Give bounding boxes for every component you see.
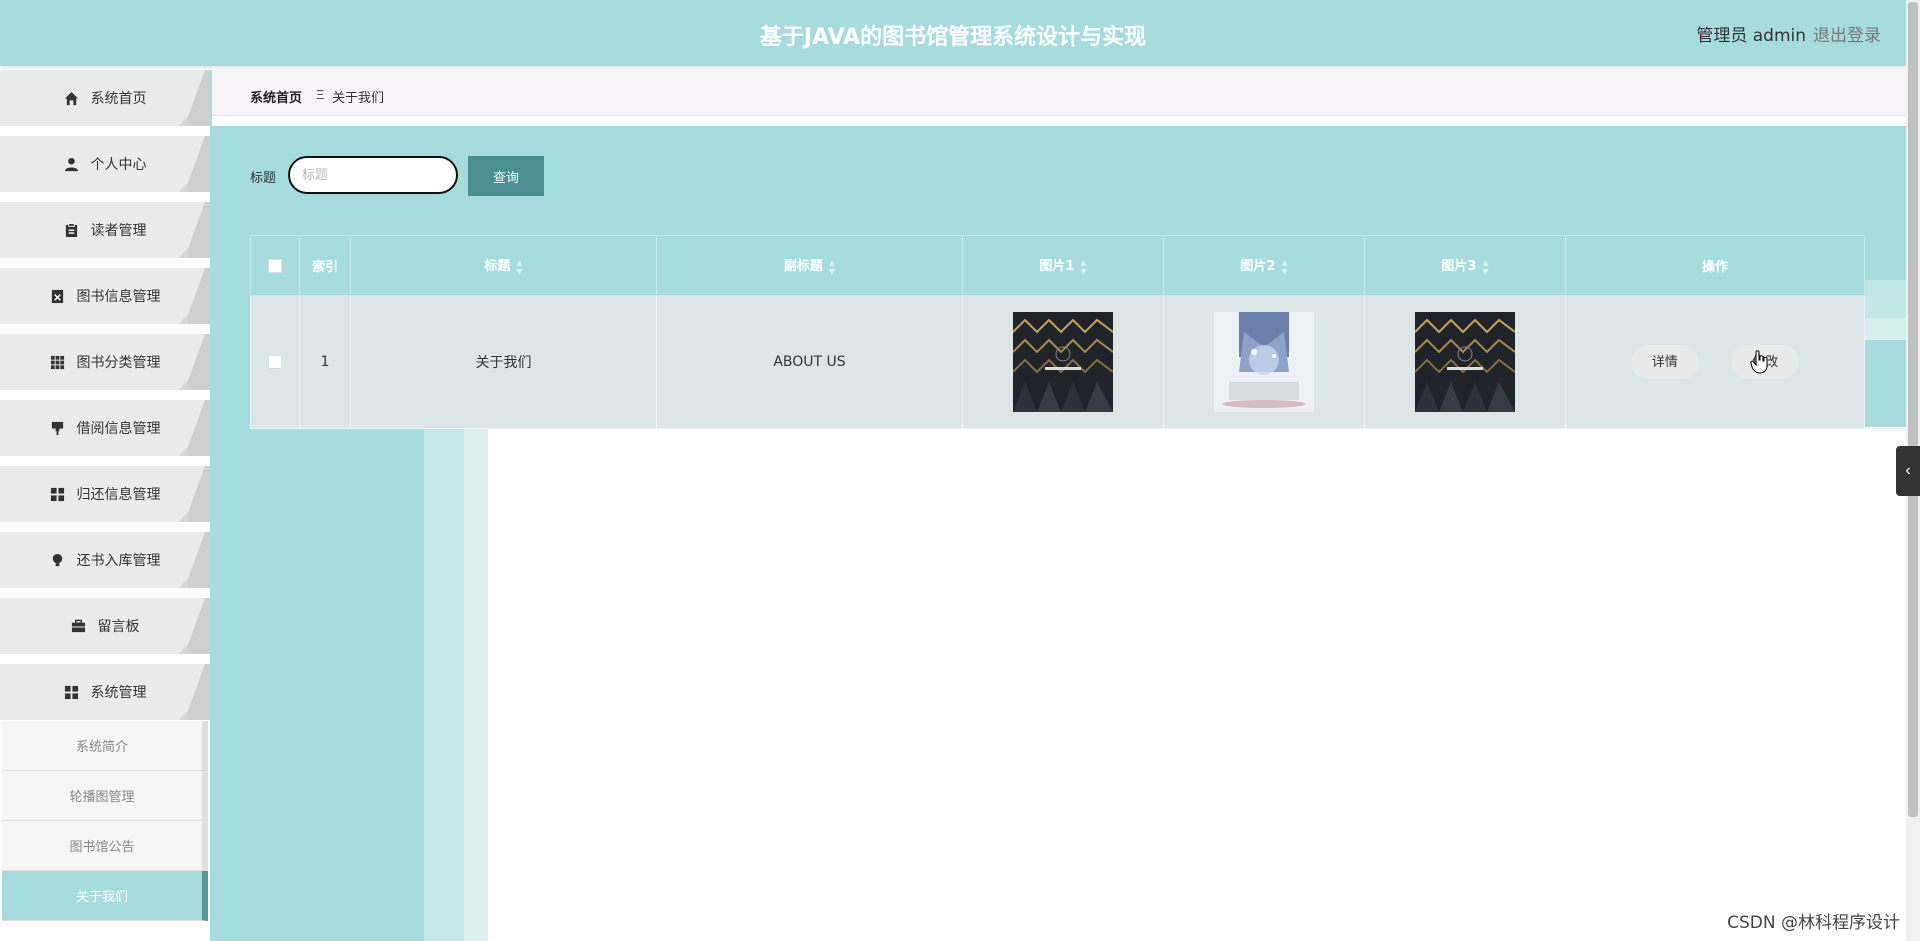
sort-icon[interactable]: ▲ ▼ [516, 258, 522, 276]
submenu-item-label: 关于我们 [75, 890, 128, 905]
submenu-item-announcement[interactable]: 图书馆公告 [2, 821, 208, 871]
about-us-table: 索引 标题 ▲ ▼ 副标题 ▲ ▼ 图片1 ▲ ▼ 图片2 ▲ ▼ 图片3 ▲ ▼ 操作 1 关于我… [250, 235, 1865, 429]
current-user-label: 管理员 admin [1696, 26, 1806, 46]
decorative-block [1865, 280, 1906, 318]
column-header-actions: 操作 [1565, 235, 1865, 296]
sidebar-item-book-info[interactable]: 图书信息管理 [0, 268, 210, 324]
header-label: 索引 [311, 260, 338, 275]
row-select-cell [250, 295, 300, 429]
table-row: 1 关于我们 ABOUT US 详情 [250, 295, 1865, 429]
header-label: 操作 [1701, 260, 1728, 275]
sidebar-item-book-category[interactable]: 图书分类管理 [0, 334, 210, 390]
header-label: 标题 [484, 259, 511, 275]
sidebar-item-message-board[interactable]: 留言板 [0, 598, 210, 654]
sidebar: 系统首页 个人中心 读者管理 图书信息管理 图书分类管理 借阅信息管理 归还信息… [0, 70, 210, 941]
select-all-header [250, 235, 300, 296]
sort-icon[interactable]: ▲ ▼ [1281, 258, 1287, 276]
submenu-item-label: 轮播图管理 [69, 790, 135, 805]
breadcrumb-home-link[interactable]: 系统首页 [250, 87, 302, 106]
submenu-item-system-intro[interactable]: 系统简介 [2, 721, 208, 771]
header-label: 副标题 [783, 259, 823, 275]
column-header-image2[interactable]: 图片2 ▲ ▼ [1163, 235, 1365, 296]
sidebar-item-label: 个人中心 [90, 157, 147, 173]
table-header-row: 索引 标题 ▲ ▼ 副标题 ▲ ▼ 图片1 ▲ ▼ 图片2 ▲ ▼ 图片3 ▲ ▼ 操作 [250, 235, 1865, 296]
apps-icon [50, 487, 65, 502]
sidebar-item-system-management[interactable]: 系统管理 [0, 664, 210, 720]
sidebar-item-label: 系统首页 [90, 91, 147, 107]
breadcrumb-separator: Ξ [316, 87, 325, 102]
sidebar-item-return-storage[interactable]: 还书入库管理 [0, 532, 210, 588]
bulb-icon [50, 553, 65, 568]
top-header: 基于JAVA的图书馆管理系统设计与实现 管理员 admin 退出登录 [0, 0, 1906, 66]
row-image1-cell [962, 295, 1164, 429]
image2-thumbnail[interactable] [1214, 312, 1314, 412]
sidebar-item-label: 留言板 [97, 619, 140, 635]
user-icon [64, 157, 79, 172]
home-icon [64, 91, 79, 106]
breadcrumb: 系统首页 Ξ 关于我们 [212, 70, 1906, 116]
row-subtitle: ABOUT US [656, 295, 963, 429]
sidebar-item-borrow-info[interactable]: 借阅信息管理 [0, 400, 210, 456]
submenu-item-carousel[interactable]: 轮播图管理 [2, 771, 208, 821]
logout-link[interactable]: 退出登录 [1813, 21, 1881, 46]
search-button[interactable]: 查询 [468, 156, 544, 196]
sidebar-item-label: 图书信息管理 [76, 289, 161, 305]
header-label: 图片2 [1240, 259, 1276, 275]
column-header-image3[interactable]: 图片3 ▲ ▼ [1364, 235, 1566, 296]
breadcrumb-current: 关于我们 [332, 91, 385, 106]
header-label: 图片1 [1039, 259, 1075, 275]
row-checkbox[interactable] [268, 355, 282, 369]
book-x-icon [50, 289, 65, 304]
decorative-block [424, 427, 464, 941]
row-actions-cell: 详情 修改 [1565, 295, 1865, 429]
content-panel [488, 427, 1906, 941]
briefcase-icon [71, 619, 86, 634]
sidebar-item-readers[interactable]: 读者管理 [0, 202, 210, 258]
column-header-image1[interactable]: 图片1 ▲ ▼ [962, 235, 1164, 296]
collapse-toggle[interactable]: ‹ [1896, 446, 1920, 496]
search-title-input[interactable] [288, 156, 458, 194]
row-index: 1 [299, 295, 351, 429]
sidebar-item-label: 系统管理 [90, 685, 147, 701]
image3-thumbnail[interactable] [1415, 312, 1515, 412]
column-header-subtitle[interactable]: 副标题 ▲ ▼ [656, 235, 963, 296]
detail-button[interactable]: 详情 [1630, 345, 1699, 379]
row-title: 关于我们 [350, 295, 657, 429]
watermark: CSDN @林科程序设计 [1727, 913, 1900, 933]
clipboard-icon [64, 222, 79, 238]
divider-strip [212, 116, 1906, 126]
search-title-label: 标题 [250, 171, 277, 186]
select-all-checkbox[interactable] [268, 258, 282, 273]
sidebar-item-return-info[interactable]: 归还信息管理 [0, 466, 210, 522]
hand-cursor-icon [1750, 350, 1768, 374]
apps-icon [64, 685, 79, 700]
decorative-block [1865, 318, 1906, 340]
row-image3-cell [1364, 295, 1566, 429]
submenu-item-label: 图书馆公告 [69, 840, 135, 855]
sidebar-item-personal-center[interactable]: 个人中心 [0, 136, 210, 192]
brush-icon [50, 421, 65, 436]
submenu-item-label: 系统简介 [75, 740, 128, 755]
image1-thumbnail[interactable] [1013, 312, 1113, 412]
grid-icon [50, 355, 65, 370]
column-header-index: 索引 [299, 235, 351, 296]
row-image2-cell [1163, 295, 1365, 429]
sort-icon[interactable]: ▲ ▼ [829, 258, 835, 276]
sidebar-item-label: 读者管理 [90, 223, 147, 239]
app-title: 基于JAVA的图书馆管理系统设计与实现 [759, 25, 1147, 50]
chevron-left-icon: ‹ [1905, 462, 1911, 479]
column-header-title[interactable]: 标题 ▲ ▼ [350, 235, 657, 296]
decorative-block [464, 427, 488, 941]
sidebar-item-home[interactable]: 系统首页 [0, 70, 210, 126]
sidebar-item-label: 图书分类管理 [76, 355, 161, 371]
scrollbar-thumb[interactable] [1908, 2, 1918, 817]
sort-icon[interactable]: ▲ ▼ [1080, 258, 1086, 276]
header-label: 图片3 [1441, 259, 1477, 275]
sort-icon[interactable]: ▲ ▼ [1482, 258, 1488, 276]
sidebar-item-label: 归还信息管理 [76, 487, 161, 503]
sidebar-item-label: 还书入库管理 [76, 553, 161, 569]
sidebar-item-label: 借阅信息管理 [76, 421, 161, 437]
submenu-item-about-us[interactable]: 关于我们 [2, 871, 208, 921]
